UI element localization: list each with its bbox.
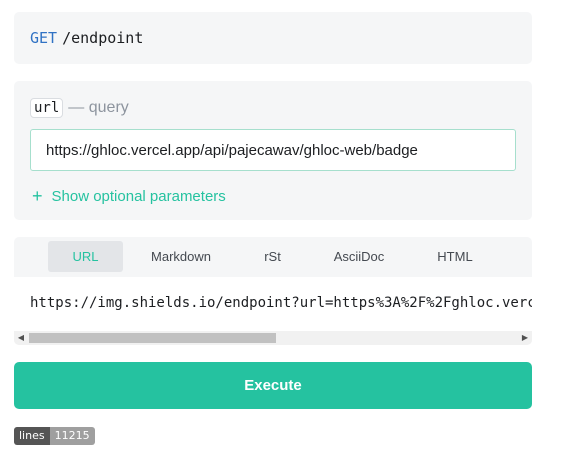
code-text: https://img.shields.io/endpoint?url=http… <box>30 295 532 311</box>
plus-icon: + <box>32 186 43 206</box>
format-tabs: URL Markdown rSt AsciiDoc HTML <box>14 237 532 277</box>
badge-value: 11215 <box>49 427 95 445</box>
http-method: GET <box>30 29 58 47</box>
lines-badge: lines 11215 <box>14 427 95 445</box>
endpoint-path: /endpoint <box>62 29 144 47</box>
scroll-right-arrow-icon[interactable]: ▶ <box>518 331 532 345</box>
tab-rst[interactable]: rSt <box>249 241 296 272</box>
endpoint-line: GET/endpoint <box>30 29 143 47</box>
parameter-description: — query <box>68 99 129 116</box>
tab-url[interactable]: URL <box>48 241 123 272</box>
tab-html[interactable]: HTML <box>422 241 488 272</box>
tab-asciidoc[interactable]: AsciiDoc <box>322 241 396 272</box>
scroll-left-arrow-icon[interactable]: ◀ <box>14 331 28 345</box>
tab-markdown[interactable]: Markdown <box>141 241 221 272</box>
execute-button[interactable]: Execute <box>14 362 532 409</box>
endpoint-panel: GET/endpoint <box>14 12 532 64</box>
show-optional-parameters-button[interactable]: + Show optional parameters <box>32 187 226 205</box>
parameter-name: url <box>30 98 64 118</box>
badge-label: lines <box>14 427 50 445</box>
parameter-header: url — query <box>30 98 129 118</box>
url-input[interactable] <box>30 129 516 171</box>
code-snippet-panel: URL Markdown rSt AsciiDoc HTML https://i… <box>14 237 532 345</box>
show-optional-parameters-label: Show optional parameters <box>51 187 226 205</box>
code-block: https://img.shields.io/endpoint?url=http… <box>14 277 532 345</box>
parameter-panel: url — query + Show optional parameters <box>14 81 532 220</box>
horizontal-scrollbar[interactable]: ◀ ▶ <box>14 331 532 345</box>
scrollbar-thumb[interactable] <box>29 333 276 343</box>
